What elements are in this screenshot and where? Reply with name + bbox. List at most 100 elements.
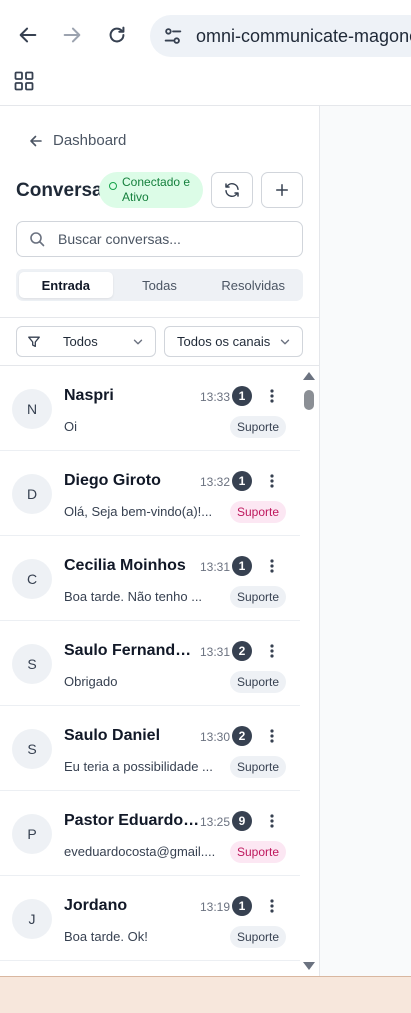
status-dot-icon [109,182,117,190]
scroll-up-arrow-icon[interactable] [303,372,315,380]
message-time: 13:31 [200,645,231,659]
avatar: S [12,729,52,769]
contact-name: Jordano [64,897,128,914]
reload-icon[interactable] [102,20,132,50]
avatar: P [12,814,52,854]
back-to-dashboard-link[interactable]: Dashboard [28,132,126,149]
unread-count-badge: 2 [232,641,252,661]
conversation-tabs: Entrada Todas Resolvidas [16,269,303,301]
status-filter-select[interactable]: Todos [16,326,156,357]
unread-count-badge: 2 [232,726,252,746]
more-vertical-icon [270,644,274,658]
title-row: Conversas Conectado e Ativo [16,170,304,210]
scrollbar[interactable] [300,366,319,976]
conversation-item[interactable]: S Saulo Daniel 13:30 2 Eu teria a possibilid… [0,706,300,791]
more-options-button[interactable] [262,895,282,917]
avatar: D [12,474,52,514]
bottom-bar [0,976,411,1013]
department-tag: Suporte [230,671,287,693]
message-time: 13:30 [200,730,231,744]
refresh-button[interactable] [211,172,253,208]
refresh-icon [225,182,239,198]
tab-resolvidas[interactable]: Resolvidas [206,272,300,298]
contact-name: Diego Giroto [64,472,161,489]
message-time: 13:33 [200,390,231,404]
address-bar[interactable]: omni-communicate-magone [150,15,411,57]
more-options-button[interactable] [262,810,282,832]
search-box [16,221,303,257]
conversation-item[interactable]: C Cecilia Moinhos 13:31 1 Boa tarde. Não ten… [0,536,300,621]
more-vertical-icon [270,729,274,743]
arrow-right-icon[interactable] [57,20,87,50]
browser-toolbar: omni-communicate-magone [0,0,411,106]
status-badge: Conectado e Ativo [99,172,203,208]
department-tag: Suporte [230,501,287,523]
message-preview: Eu teria a possibilidade ... [64,759,213,774]
conversation-item[interactable]: S Saulo Fernando ... 13:31 2 Obrigado Suporte [0,621,300,706]
unread-count-badge: 1 [232,386,252,406]
scroll-down-arrow-icon[interactable] [303,962,315,970]
conversation-item[interactable]: J Jordano 13:19 1 Boa tarde. Ok! Suporte [0,876,300,961]
avatar: S [12,644,52,684]
message-time: 13:32 [200,475,231,489]
avatar: C [12,559,52,599]
channel-filter-select[interactable]: Todos os canais [164,326,303,357]
avatar: N [12,389,52,429]
more-options-button[interactable] [262,470,282,492]
more-vertical-icon [270,814,274,828]
plus-icon [276,184,288,196]
status-filter-value: Todos [63,334,98,349]
more-options-button[interactable] [262,725,282,747]
department-tag: Suporte [230,756,287,778]
more-options-button[interactable] [262,640,282,662]
conversation-list: N Naspri 13:33 1 Oi Suporte D Diego Giroto 13:32… [0,366,300,976]
message-preview: Olá, Seja bem-vindo(a)!... [64,504,213,519]
more-vertical-icon [270,899,274,913]
message-preview: eveduardocosta@gmail.... [64,844,216,859]
department-tag: Suporte [230,586,287,608]
tune-icon[interactable] [162,25,184,47]
more-options-button[interactable] [262,385,282,407]
contact-name: Saulo Fernando ... [64,642,200,659]
message-time: 13:19 [200,900,231,914]
more-options-button[interactable] [262,555,282,577]
apps-grid-icon[interactable] [14,71,34,91]
message-preview: Boa tarde. Não tenho ... [64,589,203,604]
search-input[interactable] [58,231,278,247]
department-tag: Suporte [230,926,287,948]
arrow-left-icon [30,135,42,146]
tab-todas[interactable]: Todas [113,272,207,298]
filter-icon [28,336,40,347]
arrow-left-icon[interactable] [13,20,43,50]
chevron-down-icon [133,339,143,344]
unread-count-badge: 1 [232,896,252,916]
message-preview: Boa tarde. Ok! [64,929,148,944]
status-text: Conectado e Ativo [122,175,191,204]
conversation-item[interactable]: N Naspri 13:33 1 Oi Suporte [0,366,300,451]
tab-entrada[interactable]: Entrada [19,272,113,298]
scroll-thumb[interactable] [304,390,314,410]
conversations-sidebar: Dashboard Conversas Conectado e Ativo En… [0,106,319,976]
contact-name: Cecilia Moinhos [64,557,186,574]
conversation-item[interactable]: P Pastor Eduardo ... 13:25 9 eveduardocosta@… [0,791,300,876]
unread-count-badge: 1 [232,556,252,576]
url-text: omni-communicate-magone [196,25,411,46]
contact-name: Pastor Eduardo ... [64,812,200,829]
more-vertical-icon [270,474,274,488]
channel-filter-value: Todos os canais [177,334,271,349]
back-link-label: Dashboard [53,132,127,149]
department-tag: Suporte [230,416,287,438]
message-time: 13:25 [200,815,231,829]
conversation-item[interactable]: D Diego Giroto 13:32 1 Olá, Seja bem-vindo(a… [0,451,300,536]
conversation-detail-pane [319,106,411,976]
divider [0,317,319,318]
message-preview: Obrigado [64,674,118,689]
department-tag: Suporte [230,841,287,863]
more-vertical-icon [270,389,274,403]
contact-name: Naspri [64,387,114,404]
message-time: 13:31 [200,560,231,574]
chevron-down-icon [280,339,290,344]
new-conversation-button[interactable] [261,172,303,208]
avatar: J [12,899,52,939]
message-preview: Oi [64,419,77,434]
